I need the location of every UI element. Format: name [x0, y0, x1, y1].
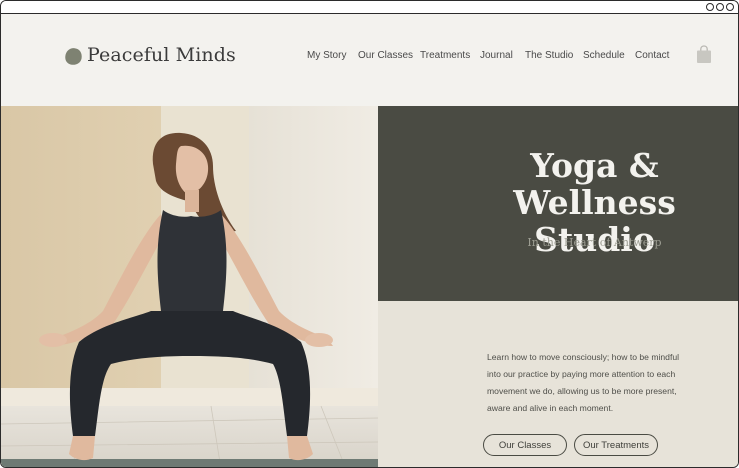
nav-item-the-studio[interactable]: The Studio [525, 50, 573, 61]
hero-title-line-1: Yoga & Wellness [513, 146, 676, 222]
nav-item-schedule[interactable]: Schedule [583, 50, 625, 61]
our-classes-button[interactable]: Our Classes [483, 434, 567, 456]
browser-titlebar [1, 1, 738, 14]
nav-item-my-story[interactable]: My Story [307, 50, 346, 61]
intro-paragraph: Learn how to move consciously; how to be… [487, 352, 680, 413]
hero-subtitle: In the Heart of Antwerp [527, 236, 662, 249]
shopping-bag-icon[interactable] [696, 45, 712, 64]
site-logo-text[interactable]: Peaceful Minds [87, 44, 236, 66]
nav-item-contact[interactable]: Contact [635, 50, 669, 61]
pebble-logo-icon[interactable] [64, 47, 83, 66]
nav-item-journal[interactable]: Journal [480, 50, 513, 61]
browser-window: Peaceful Minds My Story Our Classes Trea… [0, 0, 739, 468]
hero-photo-yoga-pose [1, 106, 378, 467]
nav-item-treatments[interactable]: Treatments [420, 50, 470, 61]
hero-intro-panel: Learn how to move consciously; how to be… [378, 301, 738, 467]
window-dot-icon[interactable] [706, 3, 714, 11]
hero-title-panel: Yoga & Wellness Studio In the Heart of A… [378, 106, 738, 301]
window-dot-icon[interactable] [726, 3, 734, 11]
nav-item-our-classes[interactable]: Our Classes [358, 50, 413, 61]
window-dot-icon[interactable] [716, 3, 724, 11]
site-header: Peaceful Minds My Story Our Classes Trea… [1, 14, 738, 106]
our-treatments-button[interactable]: Our Treatments [574, 434, 658, 456]
